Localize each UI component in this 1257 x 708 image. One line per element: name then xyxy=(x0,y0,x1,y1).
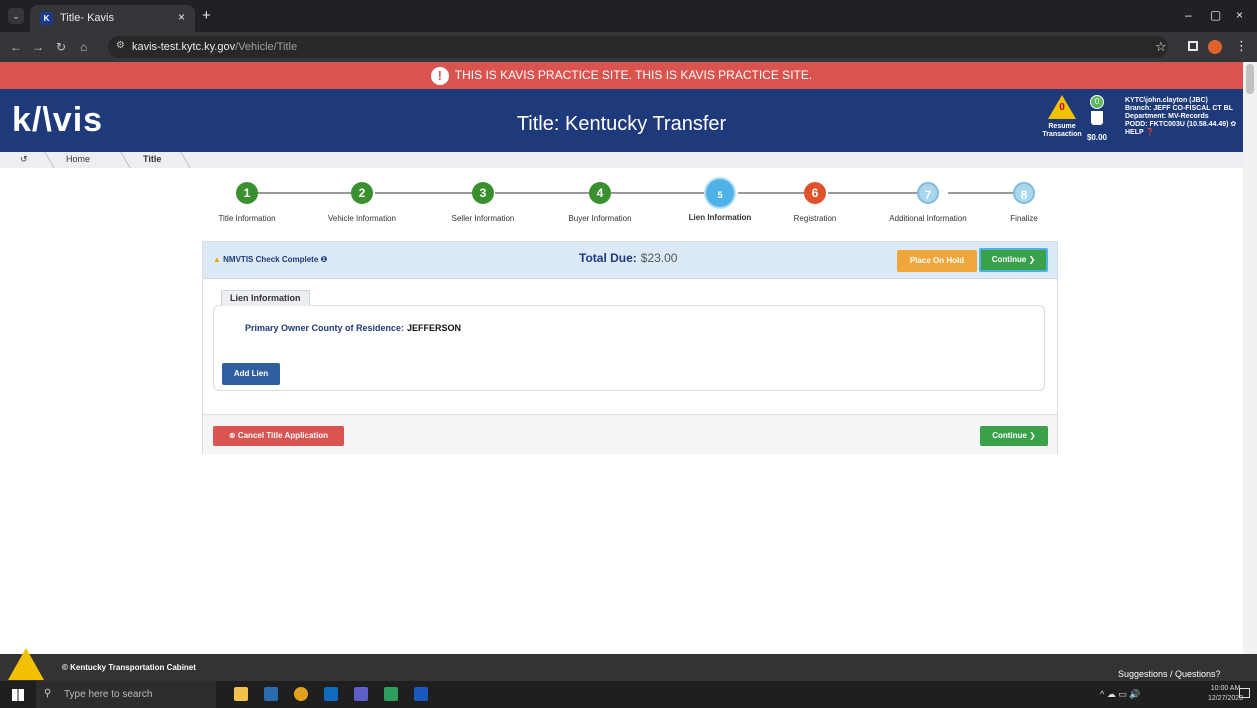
browser-tab[interactable]: K Title- Kavis × xyxy=(30,5,195,32)
close-window-icon[interactable]: × xyxy=(1236,8,1243,22)
department-info: Department: MV-Records xyxy=(1125,113,1209,120)
windows-start-icon[interactable] xyxy=(12,689,24,701)
step-registration[interactable]: 6 Registration xyxy=(755,182,875,223)
tab-search-icon[interactable]: ⌄ xyxy=(8,8,24,24)
lien-information-tab[interactable]: Lien Information xyxy=(221,290,310,306)
nmvtis-status[interactable]: ▲ NMVTIS Check Complete ❶ xyxy=(213,255,327,264)
cart-icon xyxy=(1091,111,1103,125)
warning-triangle-icon: 0 xyxy=(1048,95,1076,119)
warning-icon: ▲ xyxy=(213,255,221,264)
add-lien-button[interactable]: Add Lien xyxy=(222,363,280,385)
profile-avatar[interactable] xyxy=(1208,40,1222,54)
breadcrumb-home[interactable]: Home xyxy=(66,154,90,164)
county-value: JEFFERSON xyxy=(407,323,462,333)
step-buyer-information[interactable]: 4 Buyer Information xyxy=(540,182,660,223)
panel-footer: ⊗ Cancel Title Application Continue ❯ xyxy=(203,414,1057,454)
windows-taskbar: ⚲ Type here to search ^ ☁ ▭ 🔊 10:00 AM 12… xyxy=(0,681,1257,708)
practice-site-banner: ! THIS IS KAVIS PRACTICE SITE. THIS IS KA… xyxy=(0,62,1243,89)
step-title-information[interactable]: 1 Title Information xyxy=(187,182,307,223)
browser-tab-bar: ⌄ K Title- Kavis × + – ▢ × xyxy=(0,0,1257,32)
kavis-favicon-icon: K xyxy=(40,12,53,25)
copyright-text: © Kentucky Transportation Cabinet xyxy=(62,663,196,672)
cancel-title-application-button[interactable]: ⊗ Cancel Title Application xyxy=(213,426,344,446)
total-due: Total Due: $23.00 xyxy=(579,251,678,265)
cart-count-badge: 0 xyxy=(1090,95,1104,109)
clock[interactable]: 10:00 AM 12/27/2023 xyxy=(1208,684,1243,704)
system-tray-icons[interactable]: ^ ☁ ▭ 🔊 xyxy=(1100,689,1140,700)
forward-arrow-icon[interactable]: → xyxy=(32,40,44,54)
site-info-icon[interactable]: ⚙ xyxy=(116,40,125,51)
total-due-value: $23.00 xyxy=(640,251,678,265)
app-icon[interactable] xyxy=(384,687,398,701)
lien-section xyxy=(213,305,1045,391)
maximize-icon[interactable]: ▢ xyxy=(1210,8,1221,22)
scrollbar-thumb[interactable] xyxy=(1246,64,1254,94)
teams-icon[interactable] xyxy=(354,687,368,701)
place-on-hold-button[interactable]: Place On Hold xyxy=(897,250,977,272)
step-seller-information[interactable]: 3 Seller Information xyxy=(423,182,543,223)
notification-icon[interactable] xyxy=(1239,688,1250,698)
url-input[interactable]: ⚙ kavis-test.kytc.ky.gov/Vehicle/Title xyxy=(108,36,1168,58)
podd-info[interactable]: PODD: FKTC003U (10.58.44.49) ✿ xyxy=(1125,121,1236,129)
breadcrumb-title: Title xyxy=(143,154,162,164)
bookmark-star-icon[interactable]: ☆ xyxy=(1155,39,1167,55)
url-text: kavis-test.kytc.ky.gov/Vehicle/Title xyxy=(132,41,298,53)
step-vehicle-information[interactable]: 2 Vehicle Information xyxy=(302,182,422,223)
sidebar-icon[interactable] xyxy=(1188,41,1198,51)
lien-panel: ▲ NMVTIS Check Complete ❶ Total Due: $23.… xyxy=(202,241,1058,454)
breadcrumb: ↺ Home Title xyxy=(0,152,1243,168)
history-icon[interactable]: ↺ xyxy=(20,154,28,165)
taskbar-search[interactable]: ⚲ Type here to search xyxy=(36,681,216,708)
minimize-icon[interactable]: – xyxy=(1185,8,1192,22)
mail-icon[interactable] xyxy=(264,687,278,701)
search-icon: ⚲ xyxy=(44,688,52,699)
continue-button-top[interactable]: Continue ❯ xyxy=(979,248,1048,272)
alert-icon: ! xyxy=(430,66,449,85)
address-bar-row: ← → ↻ ⌂ ⚙ kavis-test.kytc.ky.gov/Vehicle… xyxy=(0,32,1257,62)
cart-total: $0.00 xyxy=(1086,133,1108,142)
banner-text: THIS IS KAVIS PRACTICE SITE. THIS IS KAV… xyxy=(454,68,813,82)
tab-close-icon[interactable]: × xyxy=(178,10,185,24)
cart-button[interactable]: 0 $0.00 xyxy=(1084,95,1110,142)
new-tab-icon[interactable]: + xyxy=(202,7,211,24)
tab-title: Title- Kavis xyxy=(60,12,114,24)
help-link[interactable]: HELP ❓ xyxy=(1125,129,1236,137)
browser-menu-icon[interactable]: ⋮ xyxy=(1235,38,1248,54)
branch-info: Branch: JEFF CO-FISCAL CT BL xyxy=(1125,105,1233,112)
home-icon[interactable]: ⌂ xyxy=(80,40,87,54)
app-header: k/\vis Title: Kentucky Transfer 0 Resume… xyxy=(0,89,1243,152)
resume-transaction-button[interactable]: 0 Resume Transaction xyxy=(1038,95,1086,139)
outlook-icon[interactable] xyxy=(324,687,338,701)
search-placeholder: Type here to search xyxy=(64,689,153,700)
panel-header: ▲ NMVTIS Check Complete ❶ Total Due: $23.… xyxy=(203,242,1057,279)
user-name: KYTC\john.clayton (JBC) xyxy=(1125,97,1208,104)
app-footer: © Kentucky Transportation Cabinet Sugges… xyxy=(0,648,1257,681)
page-scrollbar[interactable] xyxy=(1243,62,1257,654)
chrome-icon[interactable] xyxy=(294,687,308,701)
county-of-residence: Primary Owner County of Residence: JEFFER… xyxy=(245,323,462,333)
word-icon[interactable] xyxy=(414,687,428,701)
user-info: KYTC\john.clayton (JBC) Branch: JEFF CO-… xyxy=(1125,97,1236,137)
kytc-logo-icon xyxy=(8,648,44,680)
back-arrow-icon[interactable]: ← xyxy=(10,40,22,54)
reload-icon[interactable]: ↻ xyxy=(56,40,66,54)
file-explorer-icon[interactable] xyxy=(234,687,248,701)
continue-button-bottom[interactable]: Continue ❯ xyxy=(980,426,1048,446)
suggestions-link[interactable]: Suggestions / Questions? xyxy=(1118,669,1221,679)
step-finalize[interactable]: 8 Finalize xyxy=(964,182,1084,223)
